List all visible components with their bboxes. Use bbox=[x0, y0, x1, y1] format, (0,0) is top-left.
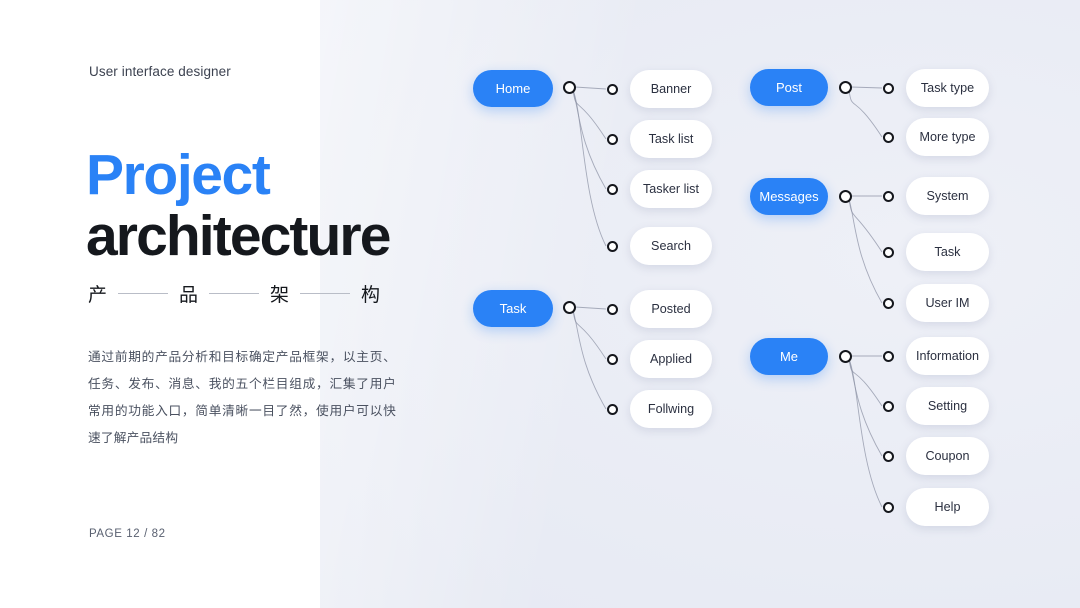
child-node-label: Banner bbox=[650, 82, 692, 96]
child-connector-dot-me-0 bbox=[882, 350, 894, 362]
child-node-me-2[interactable]: Coupon bbox=[906, 437, 989, 475]
parent-node-post[interactable]: Post bbox=[750, 69, 828, 106]
child-node-me-3[interactable]: Help bbox=[906, 488, 989, 526]
child-node-label: System bbox=[926, 189, 969, 203]
child-node-label: More type bbox=[919, 130, 976, 144]
child-node-task-1[interactable]: Applied bbox=[630, 340, 712, 378]
child-connector-dot-messages-2 bbox=[882, 297, 894, 309]
child-connector-dot-home-3 bbox=[606, 240, 618, 252]
architecture-diagram: Home Banner Task list Tasker list Search Task… bbox=[0, 0, 1080, 608]
parent-node-label: Messages bbox=[759, 189, 819, 204]
child-node-label: Coupon bbox=[925, 449, 970, 463]
child-connector-dot-post-0 bbox=[882, 82, 894, 94]
parent-connector-dot-messages bbox=[838, 189, 852, 203]
parent-node-label: Home bbox=[495, 81, 531, 96]
parent-node-messages[interactable]: Messages bbox=[750, 178, 828, 215]
child-node-label: Tasker list bbox=[643, 182, 699, 196]
parent-node-home[interactable]: Home bbox=[473, 70, 553, 107]
child-node-label: Setting bbox=[927, 399, 968, 413]
child-node-label: Task bbox=[934, 245, 961, 259]
child-node-messages-1[interactable]: Task bbox=[906, 233, 989, 271]
child-connector-dot-home-2 bbox=[606, 183, 618, 195]
child-node-home-3[interactable]: Search bbox=[630, 227, 712, 265]
child-connector-dot-task-1 bbox=[606, 353, 618, 365]
parent-node-label: Post bbox=[775, 80, 802, 95]
edge-me-2 bbox=[848, 358, 883, 457]
edge-messages-1 bbox=[848, 198, 883, 253]
child-node-home-2[interactable]: Tasker list bbox=[630, 170, 712, 208]
child-connector-dot-home-0 bbox=[606, 83, 618, 95]
child-node-home-0[interactable]: Banner bbox=[630, 70, 712, 108]
child-node-label: Applied bbox=[649, 352, 692, 366]
parent-connector-dot-post bbox=[838, 80, 852, 94]
child-node-label: Information bbox=[916, 349, 979, 363]
child-node-task-0[interactable]: Posted bbox=[630, 290, 712, 328]
edge-task-0 bbox=[574, 306, 607, 310]
edge-home-0 bbox=[574, 86, 607, 90]
parent-node-task[interactable]: Task bbox=[473, 290, 553, 327]
child-connector-dot-task-2 bbox=[606, 403, 618, 415]
parent-connector-dot-task bbox=[562, 300, 576, 314]
child-node-label: Posted bbox=[651, 302, 691, 316]
child-node-label: User IM bbox=[925, 296, 970, 310]
child-node-label: Task type bbox=[920, 81, 975, 95]
child-node-home-1[interactable]: Task list bbox=[630, 120, 712, 158]
child-connector-dot-task-0 bbox=[606, 303, 618, 315]
child-node-label: Task list bbox=[648, 132, 694, 146]
child-node-messages-2[interactable]: User IM bbox=[906, 284, 989, 322]
parent-connector-dot-home bbox=[562, 80, 576, 94]
parent-node-me[interactable]: Me bbox=[750, 338, 828, 375]
edge-home-3 bbox=[572, 89, 607, 247]
parent-node-label: Me bbox=[779, 349, 799, 364]
edge-post-0 bbox=[850, 86, 883, 89]
edge-me-3 bbox=[848, 358, 883, 508]
parent-node-label: Task bbox=[499, 301, 527, 316]
child-node-post-1[interactable]: More type bbox=[906, 118, 989, 156]
child-connector-dot-home-1 bbox=[606, 133, 618, 145]
child-connector-dot-me-2 bbox=[882, 450, 894, 462]
child-node-post-0[interactable]: Task type bbox=[906, 69, 989, 107]
child-connector-dot-post-1 bbox=[882, 131, 894, 143]
slide-canvas: User interface designer Project architec… bbox=[0, 0, 1080, 608]
child-node-label: Follwing bbox=[647, 402, 695, 416]
child-node-messages-0[interactable]: System bbox=[906, 177, 989, 215]
parent-connector-dot-me bbox=[838, 349, 852, 363]
child-connector-dot-messages-1 bbox=[882, 246, 894, 258]
child-node-label: Search bbox=[651, 239, 691, 253]
child-connector-dot-me-1 bbox=[882, 400, 894, 412]
child-node-me-0[interactable]: Information bbox=[906, 337, 989, 375]
edge-post-1 bbox=[848, 89, 883, 138]
child-connector-dot-messages-0 bbox=[882, 190, 894, 202]
child-node-task-2[interactable]: Follwing bbox=[630, 390, 712, 428]
child-node-me-1[interactable]: Setting bbox=[906, 387, 989, 425]
child-connector-dot-me-3 bbox=[882, 501, 894, 513]
child-node-label: Help bbox=[934, 500, 961, 514]
